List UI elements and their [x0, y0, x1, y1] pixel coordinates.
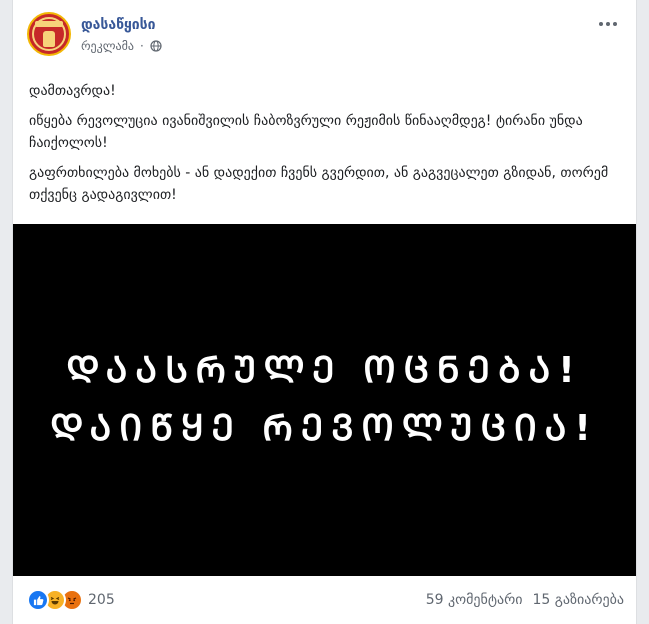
ellipsis-icon — [599, 22, 617, 26]
post-subline: რეკლამა · — [81, 38, 162, 54]
image-text-line-2: ᲓᲐᲘᲬᲧᲔ ᲠᲔᲕᲝᲚᲣᲪᲘᲐ! — [50, 408, 599, 449]
facebook-post-card: დასაწყისი რეკლამა · დამთავრდა! იწყება რე… — [12, 0, 637, 624]
separator-dot: · — [140, 39, 144, 53]
post-paragraph: გაფრთხილება მოხებს - ან დადექით ჩვენს გვ… — [29, 165, 609, 203]
globe-icon[interactable] — [150, 40, 162, 52]
post-paragraph: იწყება რევოლუცია ივანიშვილის ჩაბოზვრული … — [29, 113, 583, 151]
post-image[interactable]: ᲓᲐᲐᲡᲠᲣᲚᲔ ᲝᲪᲜᲔᲑᲐ! ᲓᲐᲘᲬᲧᲔ ᲠᲔᲕᲝᲚᲣᲪᲘᲐ! — [13, 224, 636, 576]
post-paragraph: დამთავრდა! — [29, 83, 116, 99]
comments-count-link[interactable]: 59 კომენტარი — [426, 592, 523, 608]
post-text: დამთავრდა! იწყება რევოლუცია ივანიშვილის … — [29, 80, 619, 214]
post-footer: 205 59 კომენტარი 15 გაზიარება — [13, 585, 636, 615]
reaction-count: 205 — [88, 592, 115, 608]
image-text-line-1: ᲓᲐᲐᲡᲠᲣᲚᲔ ᲝᲪᲜᲔᲑᲐ! — [66, 350, 583, 391]
count-spacer — [523, 592, 533, 608]
page-name-link[interactable]: დასაწყისი — [81, 16, 162, 34]
fist-icon — [43, 31, 55, 47]
sponsored-label[interactable]: რეკლამა — [81, 38, 134, 54]
shares-count-link[interactable]: 15 გაზიარება — [533, 592, 624, 608]
like-icon — [27, 589, 49, 611]
more-options-button[interactable] — [594, 14, 622, 34]
reactions-summary[interactable]: 205 — [27, 589, 115, 611]
engagement-counts: 59 კომენტარი 15 გაზიარება — [426, 592, 624, 608]
avatar-banner — [35, 21, 63, 27]
post-header: დასაწყისი რეკლამა · — [27, 12, 162, 56]
page-avatar[interactable] — [27, 12, 71, 56]
post-meta: დასაწყისი რეკლამა · — [81, 12, 162, 54]
